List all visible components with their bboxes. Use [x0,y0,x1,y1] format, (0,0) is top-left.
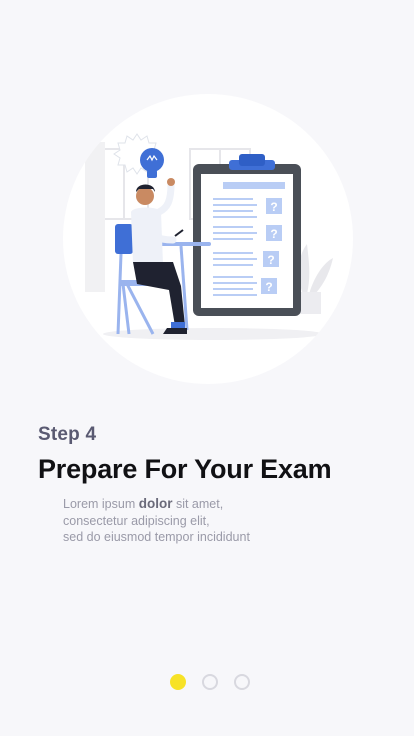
description-line-2: consectetur adipiscing elit, [63,513,210,528]
svg-text:?: ? [270,200,277,214]
description-bold-text: dolor [138,496,173,511]
svg-text:?: ? [270,227,277,241]
description: Lorem ipsum dolor sit amet, consectetur … [63,496,363,546]
step-label: Step 4 [38,424,97,445]
pagination-dot-3[interactable] [234,674,250,690]
student-checklist-illustration-icon: ? ? ? ? [85,133,333,340]
svg-text:?: ? [267,253,274,267]
pagination-dots [170,674,250,690]
description-text: sit amet, [172,497,224,511]
svg-text:?: ? [265,280,272,294]
onboarding-screen: ? ? ? ? Step 4 Prepare For Your Exam Lor… [0,0,414,736]
description-line-1: Lorem ipsum dolor sit amet, [63,496,363,513]
page-title: Prepare For Your Exam [38,454,332,484]
description-text: Lorem ipsum [63,497,139,511]
pagination-dot-2[interactable] [202,674,218,690]
hero-illustration: ? ? ? ? [63,94,353,384]
pagination-dot-1[interactable] [170,674,186,690]
description-line-3: sed do eiusmod tempor incididunt [63,530,250,544]
